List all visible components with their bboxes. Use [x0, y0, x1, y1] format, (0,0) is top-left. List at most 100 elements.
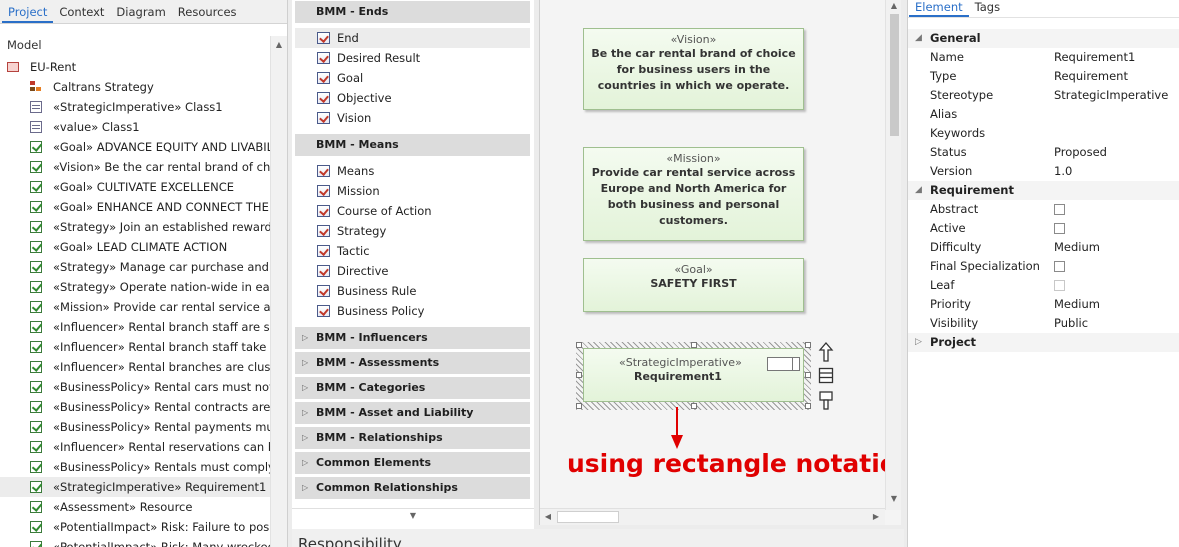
tree-item[interactable]: «PotentialImpact» Risk: Failure to posit… [0, 517, 270, 537]
tree-item[interactable]: «Goal» ADVANCE EQUITY AND LIVABILITY [0, 137, 270, 157]
property-row[interactable]: Status Proposed [908, 143, 1179, 162]
property-row[interactable]: Alias [908, 105, 1179, 124]
tree-item[interactable]: «Influencer» Rental branch staff are sup… [0, 317, 270, 337]
tree-item[interactable]: «BusinessPolicy» Rentals must comply w [0, 457, 270, 477]
tree-item[interactable]: «Vision» Be the car rental brand of choi… [0, 157, 270, 177]
toolbox-item[interactable]: Goal [295, 68, 530, 88]
project-scrollbar[interactable]: ▲ [270, 36, 287, 547]
property-checkbox[interactable] [1054, 223, 1065, 234]
toolbox-item[interactable]: Course of Action [295, 201, 530, 221]
resize-handle-e[interactable] [805, 372, 811, 378]
quicklinker-arrow-icon[interactable] [818, 341, 834, 363]
tree-item[interactable]: «Strategy» Join an established rewards s… [0, 217, 270, 237]
tree-item[interactable]: Caltrans Strategy [0, 77, 270, 97]
property-value[interactable]: Proposed [1054, 143, 1107, 162]
tree-item[interactable]: «BusinessPolicy» Rental contracts are ma [0, 397, 270, 417]
scroll-left-icon[interactable]: ◀ [540, 510, 556, 524]
tree-item[interactable]: «Influencer» Rental reservations can be … [0, 437, 270, 457]
property-value[interactable]: Requirement [1054, 67, 1128, 86]
tab-resources[interactable]: Resources [172, 1, 243, 23]
resize-handle-ne[interactable] [805, 342, 811, 348]
toolbox-item[interactable]: End [295, 28, 530, 48]
brush-icon[interactable] [818, 390, 834, 412]
toolbox-group[interactable]: ▷ Common Relationships [295, 477, 530, 499]
scroll-thumb[interactable] [890, 14, 899, 136]
toolbox-group[interactable]: ▷ Common Elements [295, 452, 530, 474]
toolbox-item[interactable]: Mission [295, 181, 530, 201]
property-row[interactable]: Keywords [908, 124, 1179, 143]
property-row[interactable]: Visibility Public [908, 314, 1179, 333]
scroll-right-icon[interactable]: ▶ [868, 510, 884, 524]
resize-handle-sw[interactable] [576, 403, 582, 409]
tree-item[interactable]: «BusinessPolicy» Rental cars must not be [0, 377, 270, 397]
toolbox-scroll-bottom[interactable]: ▼ [292, 508, 534, 522]
property-row[interactable]: Abstract [908, 200, 1179, 219]
toolbox-item[interactable]: Objective [295, 88, 530, 108]
property-row[interactable]: Final Specialization [908, 257, 1179, 276]
tree-item[interactable]: «Assessment» Resource [0, 497, 270, 517]
property-row[interactable]: Active [908, 219, 1179, 238]
resize-handle-n[interactable] [691, 342, 697, 348]
tree-item[interactable]: «Goal» LEAD CLIMATE ACTION [0, 237, 270, 257]
mission-element[interactable]: «Mission» Provide car rental service acr… [583, 147, 804, 241]
property-checkbox[interactable] [1054, 204, 1065, 215]
property-value[interactable]: Medium [1054, 295, 1100, 314]
property-row[interactable]: Version 1.0 [908, 162, 1179, 181]
scroll-down-icon[interactable]: ▼ [405, 509, 421, 523]
property-value[interactable]: StrategicImperative [1054, 86, 1168, 105]
tree-item[interactable]: «BusinessPolicy» Rental payments must b [0, 417, 270, 437]
toolbox-item[interactable]: Directive [295, 261, 530, 281]
diagram-hscroll[interactable]: ◀ ▶ [540, 508, 885, 525]
property-row[interactable]: Name Requirement1 [908, 48, 1179, 67]
scroll-down-icon[interactable]: ▼ [886, 492, 901, 506]
tree-item[interactable]: «value» Class1 [0, 117, 270, 137]
tab-tags[interactable]: Tags [969, 0, 1006, 17]
scroll-up-icon[interactable]: ▲ [271, 38, 287, 52]
vision-element[interactable]: «Vision» Be the car rental brand of choi… [583, 28, 804, 110]
property-row[interactable]: Type Requirement [908, 67, 1179, 86]
tree-item[interactable]: «StrategicImperative» Requirement1 [0, 477, 270, 497]
tab-element[interactable]: Element [909, 0, 969, 17]
toolbox-item[interactable]: Means [295, 161, 530, 181]
property-value[interactable]: Medium [1054, 238, 1100, 257]
toolbox-group[interactable]: ▷ BMM - Categories [295, 377, 530, 399]
element-list-icon[interactable] [818, 367, 834, 385]
tree-item[interactable]: «Goal» ENHANCE AND CONNECT THE M [0, 197, 270, 217]
toolbox-item[interactable]: Business Rule [295, 281, 530, 301]
scroll-thumb[interactable] [557, 511, 619, 523]
toolbox-group[interactable]: ▷ BMM - Assessments [295, 352, 530, 374]
tab-context[interactable]: Context [53, 1, 110, 23]
property-section-project[interactable]: ▷ Project [908, 333, 1179, 352]
property-row[interactable]: Priority Medium [908, 295, 1179, 314]
tree-item[interactable]: EU-Rent [0, 57, 270, 77]
tree-item[interactable]: «Strategy» Operate nation-wide in each c [0, 277, 270, 297]
diagram-canvas[interactable]: «Vision» Be the car rental brand of choi… [539, 0, 901, 525]
tree-item[interactable]: «PotentialImpact» Risk: Many wrecked c [0, 537, 270, 547]
toolbox-group[interactable]: ▷ BMM - Asset and Liability [295, 402, 530, 424]
property-value[interactable]: Public [1054, 314, 1088, 333]
resize-handle-w[interactable] [576, 372, 582, 378]
resize-handle-nw[interactable] [576, 342, 582, 348]
toolbox-group[interactable]: ▷ BMM - Influencers [295, 327, 530, 349]
tree-item[interactable]: «StrategicImperative» Class1 [0, 97, 270, 117]
property-checkbox[interactable] [1054, 261, 1065, 272]
tree-item[interactable]: «Strategy» Manage car purchase and disp [0, 257, 270, 277]
scroll-up-icon[interactable]: ▲ [886, 0, 901, 13]
tree-item[interactable]: «Influencer» Rental branch staff take go… [0, 337, 270, 357]
toolbox-group[interactable]: BMM - Means [295, 134, 530, 156]
toolbox-item[interactable]: Business Policy [295, 301, 530, 321]
tab-project[interactable]: Project [2, 1, 54, 23]
strategic-imperative-element[interactable]: «StrategicImperative» Requirement1 [583, 348, 804, 402]
property-value[interactable]: 1.0 [1054, 162, 1072, 181]
property-section-requirement[interactable]: ◢ Requirement [908, 181, 1179, 200]
toolbox-item[interactable]: Strategy [295, 221, 530, 241]
tree-item[interactable]: «Influencer» Rental branches are cluster… [0, 357, 270, 377]
toolbox-group[interactable]: BMM - Ends [295, 1, 530, 23]
property-section-general[interactable]: ◢ General [908, 29, 1179, 48]
resize-handle-s[interactable] [691, 403, 697, 409]
property-row[interactable]: Difficulty Medium [908, 238, 1179, 257]
toolbox-item[interactable]: Tactic [295, 241, 530, 261]
property-value[interactable]: Requirement1 [1054, 48, 1135, 67]
toolbox-item[interactable]: Vision [295, 108, 530, 128]
goal-element[interactable]: «Goal» SAFETY FIRST [583, 258, 804, 312]
